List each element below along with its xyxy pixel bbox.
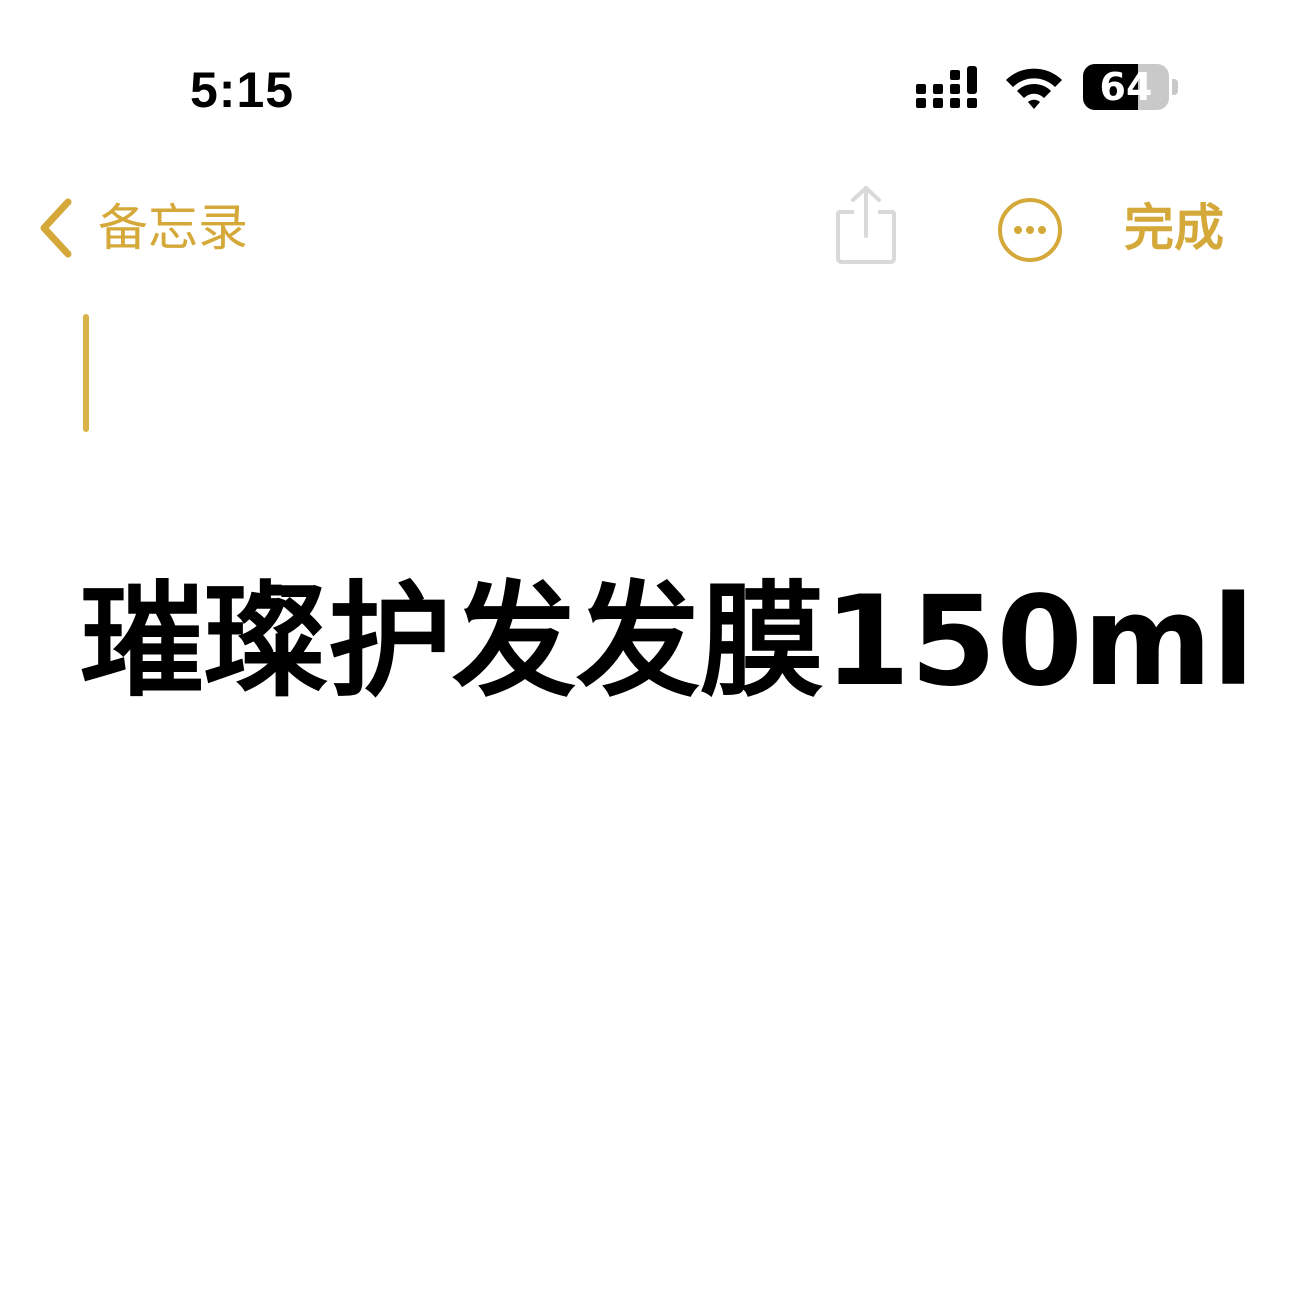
done-button[interactable]: 完成	[1124, 192, 1224, 264]
battery-cap	[1172, 79, 1178, 95]
battery-level: 64	[1099, 65, 1153, 109]
text-cursor	[83, 314, 89, 432]
status-time: 5:15	[190, 62, 295, 118]
chevron-left-icon	[40, 198, 72, 258]
back-label: 备忘录	[98, 199, 248, 257]
battery-icon: 64	[1083, 64, 1179, 110]
note-title[interactable]: 璀璨护发发膜150ml	[80, 572, 1255, 712]
wifi-icon	[1006, 68, 1062, 109]
share-icon[interactable]	[834, 184, 898, 266]
back-button[interactable]: 备忘录	[36, 190, 248, 266]
battery-body: 64	[1083, 64, 1169, 110]
cellular-signal-icon	[916, 66, 977, 108]
more-icon[interactable]	[996, 196, 1064, 264]
